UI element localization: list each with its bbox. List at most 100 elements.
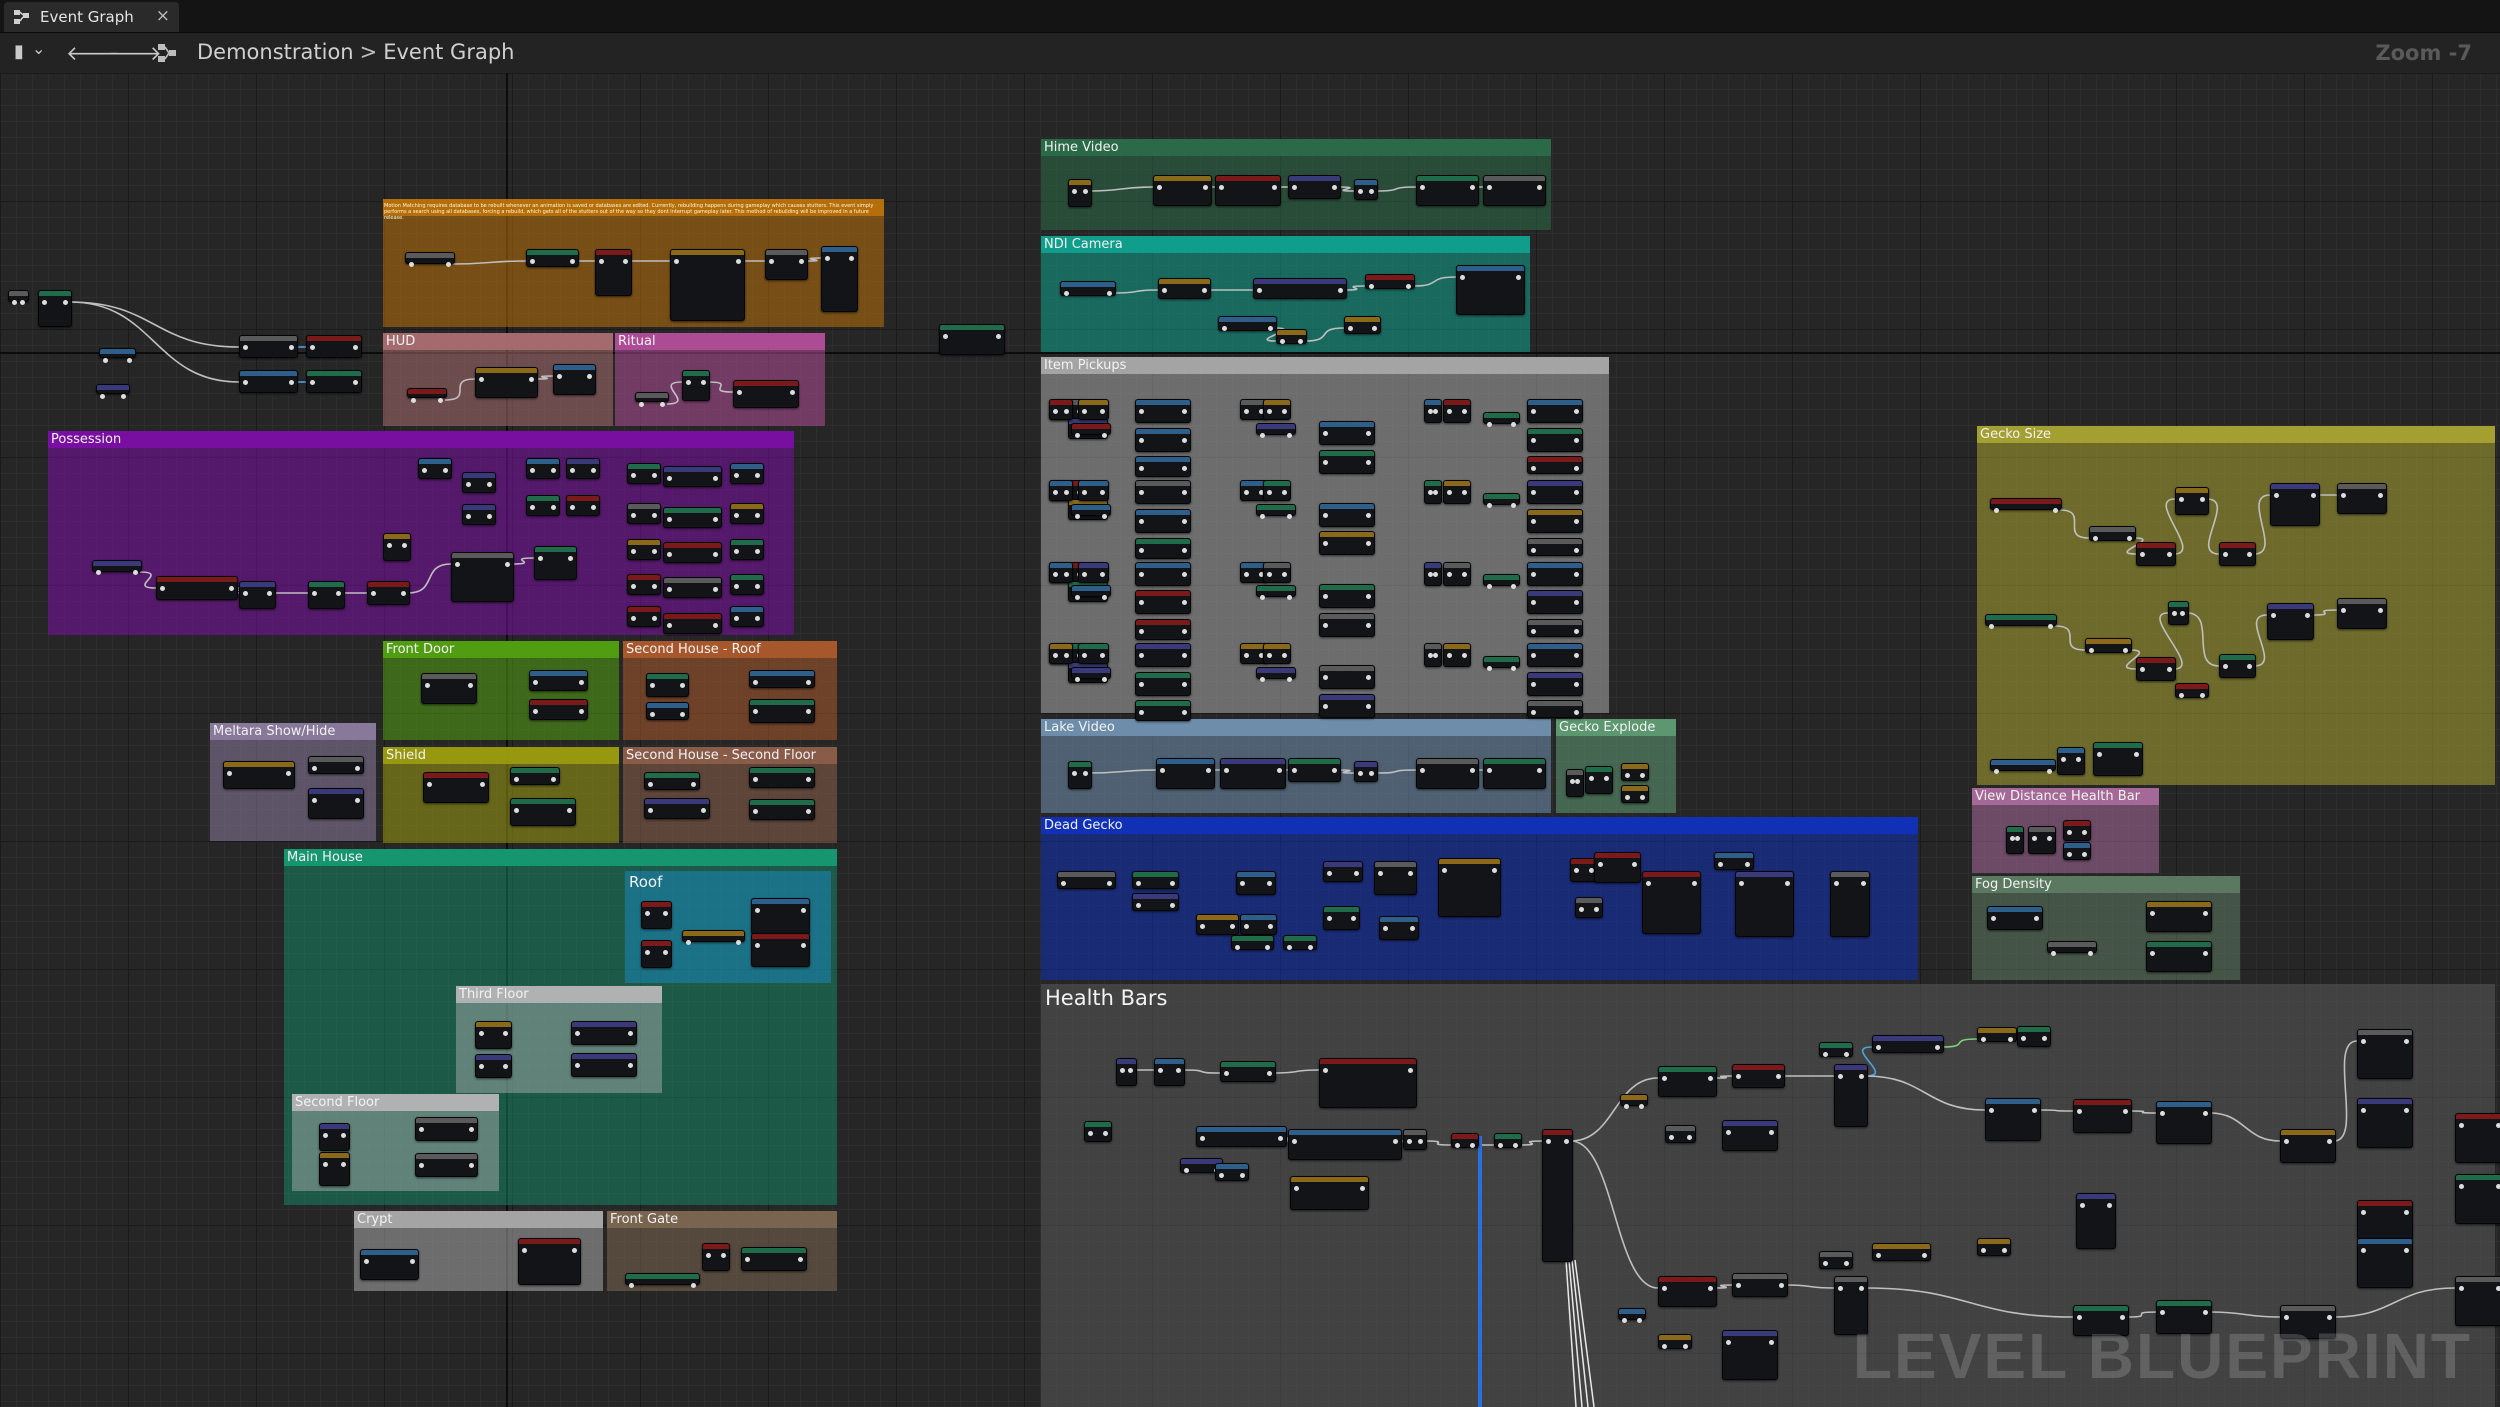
blueprint-node[interactable] xyxy=(92,560,142,575)
blueprint-node[interactable] xyxy=(360,1249,419,1280)
blueprint-node[interactable] xyxy=(1483,656,1520,671)
blueprint-node[interactable] xyxy=(1527,643,1583,667)
blueprint-node[interactable] xyxy=(1977,1027,2017,1042)
blueprint-node[interactable] xyxy=(1566,769,1584,797)
blueprint-node[interactable] xyxy=(1071,423,1111,438)
blueprint-node[interactable] xyxy=(641,901,672,929)
blueprint-node[interactable] xyxy=(1049,643,1073,664)
blueprint-node[interactable] xyxy=(1319,503,1375,527)
blueprint-node[interactable] xyxy=(223,761,295,789)
blueprint-node[interactable] xyxy=(2146,941,2212,972)
blueprint-node[interactable] xyxy=(730,539,764,560)
blueprint-node[interactable] xyxy=(730,606,764,627)
blueprint-node[interactable] xyxy=(1135,428,1191,452)
blueprint-node[interactable] xyxy=(383,533,411,561)
blueprint-node[interactable] xyxy=(1722,1330,1778,1380)
blueprint-node[interactable] xyxy=(1158,278,1211,299)
blueprint-node[interactable] xyxy=(730,463,764,484)
blueprint-node[interactable] xyxy=(308,581,345,609)
blueprint-node[interactable] xyxy=(1290,1176,1369,1210)
blueprint-node[interactable] xyxy=(2337,483,2387,514)
blueprint-node[interactable] xyxy=(1288,175,1341,199)
blueprint-node[interactable] xyxy=(1078,480,1109,501)
blueprint-node[interactable] xyxy=(1714,852,1754,870)
blueprint-node[interactable] xyxy=(1443,480,1471,504)
blueprint-node[interactable] xyxy=(2017,1026,2051,1047)
blueprint-node[interactable] xyxy=(1819,1042,1853,1057)
blueprint-node[interactable] xyxy=(821,246,858,312)
blueprint-node[interactable] xyxy=(96,384,130,399)
blueprint-node[interactable] xyxy=(407,388,447,403)
blueprint-node[interactable] xyxy=(646,673,689,697)
blueprint-node[interactable] xyxy=(1834,1064,1868,1127)
blueprint-node[interactable] xyxy=(1456,265,1525,315)
blueprint-node[interactable] xyxy=(1732,1273,1788,1297)
blueprint-node[interactable] xyxy=(1542,1129,1573,1262)
blueprint-node[interactable] xyxy=(1354,761,1378,782)
blueprint-node[interactable] xyxy=(1135,643,1191,667)
comment-shield[interactable]: Shield xyxy=(383,747,619,843)
blueprint-node[interactable] xyxy=(2136,542,2176,566)
tab-event-graph[interactable]: Event Graph × xyxy=(4,2,179,32)
blueprint-node[interactable] xyxy=(1365,274,1415,289)
blueprint-node[interactable] xyxy=(2267,603,2314,640)
blueprint-node[interactable] xyxy=(2219,542,2256,566)
blueprint-node[interactable] xyxy=(475,1054,512,1078)
blueprint-node[interactable] xyxy=(1323,861,1363,882)
blueprint-node[interactable] xyxy=(2057,747,2085,775)
blueprint-node[interactable] xyxy=(1658,1334,1692,1349)
graph-hierarchy-icon[interactable] xyxy=(157,43,177,68)
blueprint-node[interactable] xyxy=(1256,667,1296,682)
blueprint-node[interactable] xyxy=(319,1152,350,1186)
blueprint-node[interactable] xyxy=(475,1021,512,1049)
blueprint-node[interactable] xyxy=(571,1053,637,1077)
blueprint-node[interactable] xyxy=(741,1247,807,1271)
blueprint-node[interactable] xyxy=(1323,906,1360,930)
blueprint-node[interactable] xyxy=(1977,1238,2011,1256)
blueprint-node[interactable] xyxy=(1483,493,1520,508)
blueprint-node[interactable] xyxy=(939,324,1005,355)
blueprint-node[interactable] xyxy=(1527,562,1583,586)
blueprint-node[interactable] xyxy=(627,539,661,560)
blueprint-node[interactable] xyxy=(1483,412,1520,427)
blueprint-node[interactable] xyxy=(1527,480,1583,504)
blueprint-node[interactable] xyxy=(1071,585,1111,600)
blueprint-node[interactable] xyxy=(749,799,815,820)
blueprint-node[interactable] xyxy=(571,1021,637,1045)
blueprint-node[interactable] xyxy=(1416,175,1479,206)
blueprint-node[interactable] xyxy=(1263,643,1291,664)
bookmark-icon[interactable]: ▮ xyxy=(14,41,24,62)
blueprint-node[interactable] xyxy=(1642,871,1701,934)
blueprint-node[interactable] xyxy=(2357,1200,2413,1240)
blueprint-node[interactable] xyxy=(1379,916,1419,940)
blueprint-node[interactable] xyxy=(1215,175,1281,206)
blueprint-node[interactable] xyxy=(526,495,560,516)
blueprint-node[interactable] xyxy=(319,1123,350,1151)
blueprint-node[interactable] xyxy=(730,574,764,595)
blueprint-node[interactable] xyxy=(1319,584,1375,608)
blueprint-node[interactable] xyxy=(1078,643,1109,664)
forward-arrow-icon[interactable]: 🡒 xyxy=(108,41,162,65)
blueprint-node[interactable] xyxy=(1256,504,1296,519)
blueprint-node[interactable] xyxy=(625,1273,700,1288)
blueprint-node[interactable] xyxy=(526,249,579,267)
blueprint-node[interactable] xyxy=(1078,562,1109,583)
blueprint-node[interactable] xyxy=(1068,761,1092,789)
blueprint-node[interactable] xyxy=(1527,428,1583,452)
blueprint-node[interactable] xyxy=(1527,700,1583,718)
blueprint-node[interactable] xyxy=(595,249,632,296)
blueprint-node[interactable] xyxy=(38,290,72,327)
blueprint-node[interactable] xyxy=(1483,175,1546,206)
blueprint-node[interactable] xyxy=(749,767,815,788)
blueprint-node[interactable] xyxy=(99,348,136,363)
blueprint-node[interactable] xyxy=(1732,1064,1785,1088)
blueprint-node[interactable] xyxy=(1403,1129,1427,1150)
blueprint-node[interactable] xyxy=(1443,562,1471,586)
blueprint-node[interactable] xyxy=(1451,1133,1479,1148)
blueprint-node[interactable] xyxy=(415,1153,478,1177)
blueprint-node[interactable] xyxy=(627,574,661,595)
blueprint-node[interactable] xyxy=(2063,842,2091,860)
blueprint-node[interactable] xyxy=(2168,601,2189,625)
blueprint-node[interactable] xyxy=(1618,1308,1646,1323)
blueprint-node[interactable] xyxy=(635,392,669,407)
